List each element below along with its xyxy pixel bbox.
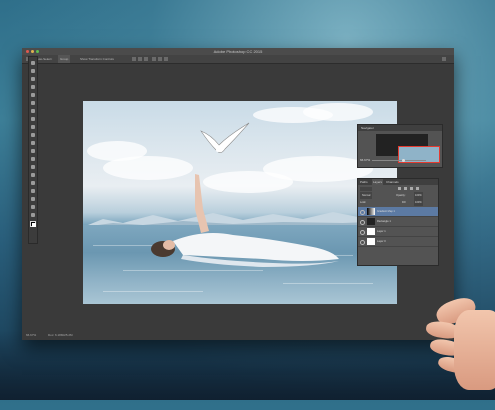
navigator-tab[interactable]: Navigator [361,125,374,131]
layer-name: Layer 0 [377,240,386,243]
align-top-icon[interactable] [132,57,136,61]
brush-tool-icon[interactable] [31,117,35,121]
visibility-eye-icon[interactable] [360,230,365,235]
cloud [303,103,373,121]
blend-opacity-row: Normal Opacity: 100% [358,192,438,199]
clone-stamp-icon[interactable] [31,125,35,129]
fill-label: Fill: [402,201,407,204]
crop-tool-icon[interactable] [31,93,35,97]
healing-brush-icon[interactable] [31,109,35,113]
layer-thumbnail [367,208,375,215]
layers-panel: Paths Layers Channels Normal Opacity: 10… [357,178,439,266]
workspace-icon[interactable] [442,57,446,61]
lock-fill-row: Lock: Fill: 100% [358,199,438,206]
show-transform-checkbox[interactable]: Show Transform Controls [80,55,114,63]
zoom-slider-knob[interactable] [402,159,405,162]
pen-tool-icon[interactable] [31,173,35,177]
close-window-icon[interactable] [26,50,29,53]
marquee-tool-icon[interactable] [31,69,35,73]
ripple [103,291,203,292]
history-brush-icon[interactable] [31,133,35,137]
align-bottom-icon[interactable] [144,57,148,61]
layer-row[interactable]: Gradient Map 1 [358,207,438,217]
navigator-zoom-slider[interactable] [372,159,426,162]
layer-row[interactable]: Layer 0 [358,237,438,247]
background-color-swatch[interactable] [32,223,36,227]
type-tool-icon[interactable] [31,181,35,185]
toolbox-panel [28,56,38,244]
zoom-tool-icon[interactable] [31,213,35,217]
gradient-tool-icon[interactable] [31,149,35,153]
filter-adjustment-icon[interactable] [404,187,407,190]
align-middle-icon[interactable] [138,57,142,61]
layer-thumbnail [367,238,375,245]
status-bar: 66.67% Doc: 6.18M/25.2M [22,331,454,340]
palm [454,310,495,390]
blur-tool-icon[interactable] [31,157,35,161]
navigator-header: Navigator [358,125,442,131]
layer-filter-row [358,185,438,192]
move-tool-icon[interactable] [31,61,35,65]
ripple [283,283,373,284]
layer-thumbnail [367,218,375,225]
ripple [123,270,263,271]
eraser-tool-icon[interactable] [31,141,35,145]
lock-label: Lock: [360,201,367,204]
minimize-window-icon[interactable] [31,50,34,53]
filter-type-icon[interactable] [410,187,413,190]
navigator-thumbnail[interactable] [376,134,440,163]
layer-name: Layer 1 [377,230,386,233]
layer-name: Gradient Map 1 [377,210,395,213]
status-zoom[interactable]: 66.67% [26,331,36,340]
maximize-window-icon[interactable] [36,50,39,53]
auto-select-label: Auto-Select: [36,57,53,61]
seagull [200,122,250,153]
align-right-icon[interactable] [164,57,168,61]
status-doc-size: Doc: 6.18M/25.2M [48,333,73,337]
layer-thumbnail [367,228,375,235]
visibility-eye-icon[interactable] [360,240,365,245]
visibility-eye-icon[interactable] [360,210,365,215]
lasso-tool-icon[interactable] [31,77,35,81]
dodge-tool-icon[interactable] [31,165,35,169]
align-left-icon[interactable] [152,57,156,61]
filter-pixel-icon[interactable] [398,187,401,190]
layer-row[interactable]: Rectangle 1 [358,217,438,227]
visibility-eye-icon[interactable] [360,220,365,225]
filter-shape-icon[interactable] [416,187,419,190]
layer-row[interactable]: Layer 1 [358,227,438,237]
title-bar: Adobe Photoshop CC 2015 [22,48,454,55]
window-title: Adobe Photoshop CC 2015 [213,49,263,54]
fill-input[interactable]: 100% [414,199,423,206]
opacity-label: Opacity: [396,194,406,197]
document-canvas[interactable] [83,101,397,304]
navigator-zoom-value[interactable]: 66.67% [360,158,370,162]
options-bar: Auto-Select: Group Show Transform Contro… [22,55,454,64]
auto-select-dropdown[interactable]: Group [58,55,71,63]
layer-kind-filter[interactable] [360,186,372,191]
opacity-input[interactable]: 100% [414,192,423,199]
blend-mode-dropdown[interactable]: Normal [360,192,373,199]
holding-hand [418,293,495,410]
layer-name: Rectangle 1 [377,220,391,223]
hand-tool-icon[interactable] [31,205,35,209]
align-center-icon[interactable] [158,57,162,61]
woman-in-white-dress [151,174,339,267]
quick-select-tool-icon[interactable] [31,85,35,89]
path-select-icon[interactable] [31,189,35,193]
shape-tool-icon[interactable] [31,197,35,201]
eyedropper-tool-icon[interactable] [31,101,35,105]
navigator-panel: Navigator 66.67% [357,124,443,168]
